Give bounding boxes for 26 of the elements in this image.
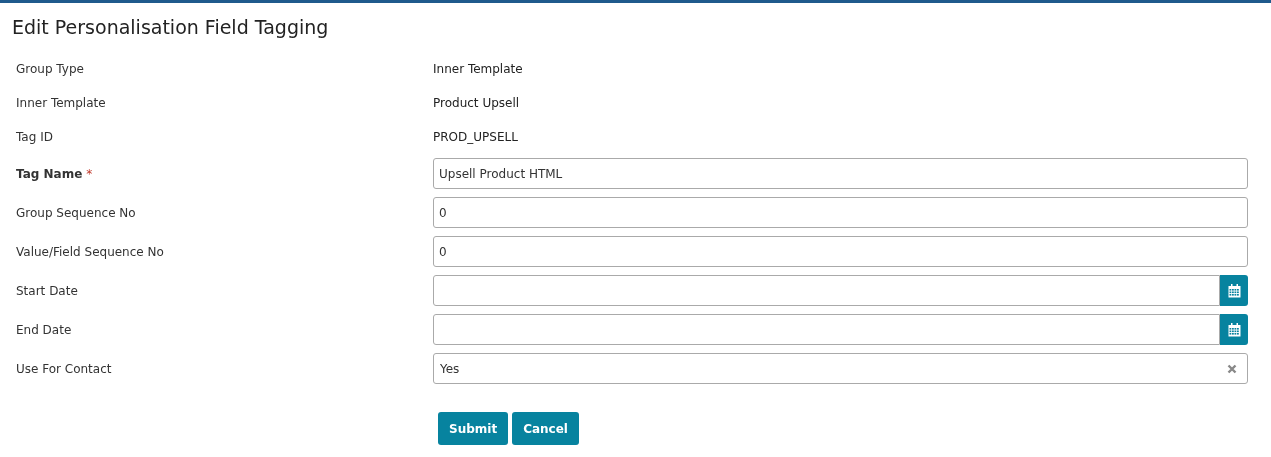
field-label: Use For Contact	[16, 361, 112, 376]
calendar-icon	[1227, 283, 1241, 298]
field-value: Inner Template	[433, 61, 523, 78]
input-field[interactable]: Upsell Product HTML	[433, 158, 1248, 189]
input-field[interactable]: 0	[433, 197, 1248, 228]
field-label: Group Sequence No	[16, 205, 136, 220]
field-label: Tag Name *	[16, 166, 93, 181]
cancel-button[interactable]: Cancel	[512, 412, 579, 445]
field-label: Tag ID	[16, 130, 53, 144]
field-label: End Date	[16, 322, 72, 337]
calendar-icon	[1227, 322, 1241, 337]
field-label: Inner Template	[16, 96, 106, 110]
date-field[interactable]	[433, 275, 1220, 306]
field-value: PROD_UPSELL	[433, 129, 518, 146]
input-field[interactable]: 0	[433, 236, 1248, 267]
field-value: Product Upsell	[433, 95, 520, 112]
calendar-button[interactable]	[1220, 275, 1248, 306]
field-label: Group Type	[16, 62, 84, 76]
select-field[interactable]: Yes	[433, 353, 1248, 384]
field-label: Value/Field Sequence No	[16, 244, 164, 259]
page-title: Edit Personalisation Field Tagging	[11, 15, 330, 40]
calendar-button[interactable]	[1220, 314, 1248, 345]
submit-button[interactable]: Submit	[438, 412, 509, 445]
clear-icon[interactable]	[1227, 363, 1237, 374]
field-label: Start Date	[16, 283, 78, 298]
date-field[interactable]	[433, 314, 1220, 345]
